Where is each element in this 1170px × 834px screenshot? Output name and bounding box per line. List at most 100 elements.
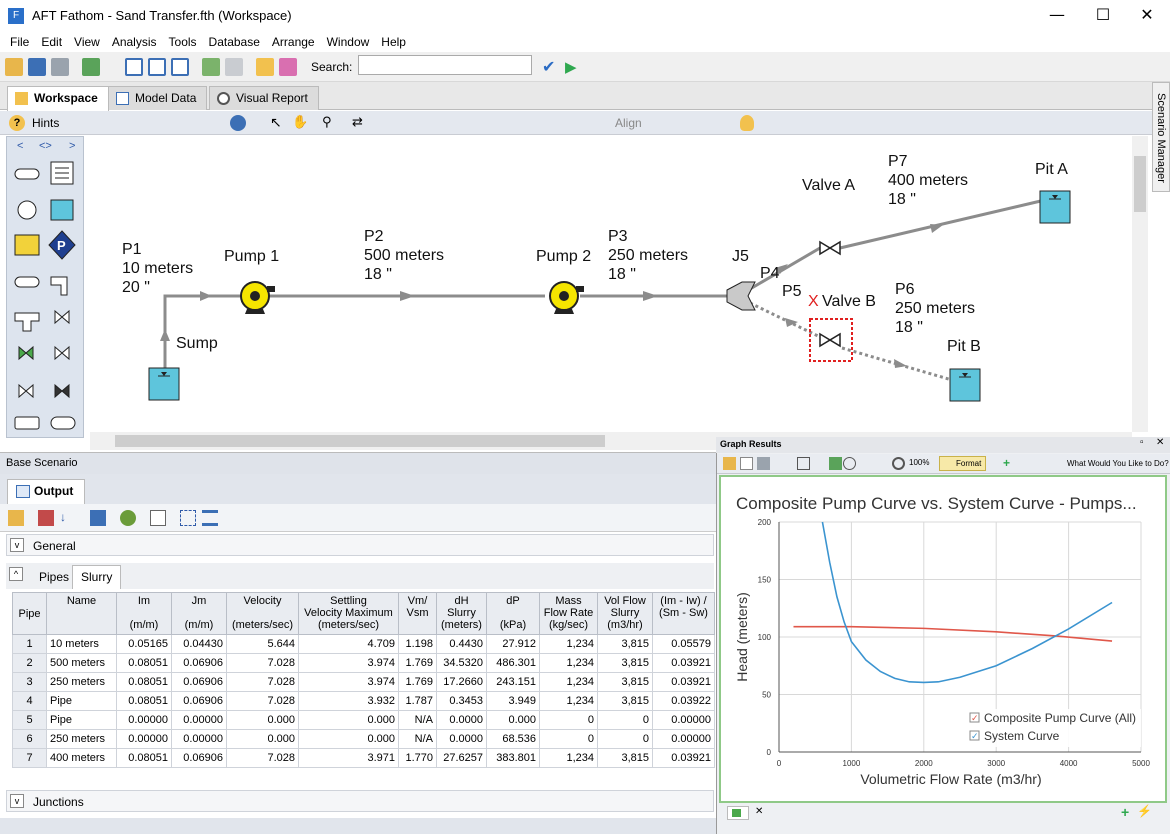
find-icon[interactable]: ⚲: [322, 115, 340, 131]
export-icon[interactable]: [82, 58, 100, 76]
checklist-icon[interactable]: [256, 58, 274, 76]
general-component-tool-icon: [14, 416, 40, 430]
open-icon[interactable]: [5, 58, 23, 76]
search-input[interactable]: [358, 55, 532, 75]
column-header[interactable]: Im (m/m): [116, 592, 172, 635]
graph-crosshair-icon[interactable]: [843, 457, 856, 470]
hints-button[interactable]: Hints: [32, 116, 59, 130]
graph-zoom-level[interactable]: 100%: [909, 458, 929, 467]
search-label: Search:: [311, 60, 353, 74]
column-header[interactable]: Settling Velocity Maximum (meters/sec): [298, 592, 399, 635]
align-button[interactable]: Align: [615, 116, 642, 130]
check-icon[interactable]: ✔: [542, 58, 560, 76]
table-row[interactable]: 3 250 meters 0.08051 0.06906 7.028 3.974 1.769…: [12, 672, 715, 692]
menu-analysis[interactable]: Analysis: [106, 32, 163, 52]
pan-hand-icon[interactable]: ✋: [292, 115, 308, 131]
table-cell: 0.0000: [436, 710, 487, 730]
network-icon[interactable]: [202, 58, 220, 76]
graph-control-icon[interactable]: [723, 457, 736, 470]
table-row[interactable]: 6 250 meters 0.00000 0.00000 0.000 0.000 N/A 0.…: [12, 729, 715, 749]
table-row[interactable]: 7 400 meters 0.08051 0.06906 7.028 3.971 1.770…: [12, 748, 715, 768]
menu-database[interactable]: Database: [203, 32, 266, 52]
graph-copy-icon[interactable]: [740, 457, 753, 470]
globe-icon[interactable]: [230, 115, 246, 131]
graph-help-link[interactable]: What Would You Like to Do?: [1067, 459, 1169, 468]
tab-slurry[interactable]: Slurry: [72, 565, 122, 589]
graph-format-button[interactable]: Format: [939, 456, 987, 471]
graph-add-icon[interactable]: +: [1003, 457, 1016, 470]
column-header[interactable]: Jm (m/m): [171, 592, 227, 635]
select-icon[interactable]: [180, 510, 196, 526]
column-header[interactable]: Velocity (meters/sec): [226, 592, 299, 635]
refresh-icon[interactable]: [120, 510, 136, 526]
output-control-icon[interactable]: [8, 510, 24, 526]
menu-window[interactable]: Window: [321, 32, 376, 52]
menu-tools[interactable]: Tools: [163, 32, 203, 52]
column-header[interactable]: Vm/ Vsm: [398, 592, 437, 635]
tab-pipes[interactable]: Pipes: [30, 565, 78, 589]
print-icon[interactable]: [51, 58, 69, 76]
lightbulb-icon[interactable]: [740, 115, 754, 131]
menu-arrange[interactable]: Arrange: [266, 32, 321, 52]
graph-tab-close-icon[interactable]: ✕: [755, 806, 763, 817]
palette-next[interactable]: >: [69, 140, 75, 152]
workspace-canvas[interactable]: P1 10 meters 20 " Sump Pump 1 P2 500 met…: [90, 136, 1132, 432]
graph-check-icon[interactable]: [829, 457, 842, 470]
column-header[interactable]: Pipe: [12, 592, 47, 635]
tab-workspace[interactable]: Workspace: [7, 86, 109, 111]
scenario-manager-tab[interactable]: Scenario Manager: [1152, 82, 1170, 192]
close-button[interactable]: ✕: [1124, 0, 1170, 32]
tab-output[interactable]: Output: [7, 479, 85, 504]
reverse-direction-icon[interactable]: ⇄: [352, 115, 370, 131]
section-junctions[interactable]: v Junctions: [6, 790, 714, 812]
graph-close-icon[interactable]: ✕: [1156, 437, 1164, 448]
sort-icon[interactable]: ↓: [60, 510, 76, 526]
chevron-up-icon[interactable]: ^: [9, 567, 23, 581]
layout-single-icon[interactable]: [125, 58, 143, 76]
palette-icons[interactable]: P: [7, 157, 85, 437]
table-row[interactable]: 1 10 meters 0.05165 0.04430 5.644 4.709 1.198 0…: [12, 634, 715, 654]
menu-help[interactable]: Help: [375, 32, 412, 52]
flask-icon[interactable]: [279, 58, 297, 76]
tab-model-data[interactable]: Model Data: [108, 86, 208, 110]
column-header[interactable]: Vol Flow Slurry (m3/hr): [597, 592, 653, 635]
palette-prev[interactable]: <: [17, 140, 23, 152]
print-preview-icon[interactable]: [38, 510, 54, 526]
copy-icon[interactable]: [150, 510, 166, 526]
menu-edit[interactable]: Edit: [35, 32, 68, 52]
tab-visual-report[interactable]: Visual Report: [209, 86, 319, 110]
layout-split-icon[interactable]: [148, 58, 166, 76]
run-icon[interactable]: ▶: [565, 58, 583, 76]
pin-icon[interactable]: [90, 510, 106, 526]
table-cell: 1,234: [539, 634, 598, 654]
pointer-icon[interactable]: ↖: [270, 115, 286, 131]
menu-view[interactable]: View: [68, 32, 106, 52]
canvas-horizontal-thumb[interactable]: [115, 435, 605, 447]
column-header[interactable]: dP (kPa): [486, 592, 540, 635]
palette-toggle[interactable]: <>: [39, 140, 52, 152]
column-header[interactable]: dH Slurry (meters): [436, 592, 487, 635]
maximize-button[interactable]: ☐: [1080, 0, 1126, 32]
graph-zoom-icon[interactable]: [797, 457, 810, 470]
hints-icon[interactable]: ?: [9, 115, 25, 131]
output-tab-strip: [0, 474, 716, 504]
table-row[interactable]: 2 500 meters 0.08051 0.06906 7.028 3.974 1.769…: [12, 653, 715, 673]
column-header[interactable]: Mass Flow Rate (kg/sec): [539, 592, 598, 635]
minimize-button[interactable]: —: [1034, 0, 1080, 32]
graph-print-icon[interactable]: [757, 457, 770, 470]
graph-tab[interactable]: [727, 806, 749, 820]
menu-file[interactable]: File: [4, 32, 35, 52]
column-header[interactable]: Name: [46, 592, 117, 635]
graph-quick-icon[interactable]: ⚡: [1137, 804, 1152, 818]
graph-magnifier-icon[interactable]: [892, 457, 905, 470]
graph-restore-icon[interactable]: ▫: [1140, 437, 1144, 448]
list-icon[interactable]: [202, 510, 218, 526]
graph-new-tab-icon[interactable]: +: [1121, 804, 1129, 820]
table-row[interactable]: 5 Pipe 0.00000 0.00000 0.000 0.000 N/A 0.0000 0.…: [12, 710, 715, 730]
layout-stack-icon[interactable]: [171, 58, 189, 76]
column-header[interactable]: (Im - Iw) / (Sm - Sw): [652, 592, 715, 635]
save-icon[interactable]: [28, 58, 46, 76]
section-general[interactable]: v General: [6, 534, 714, 556]
table-row[interactable]: 4 Pipe 0.08051 0.06906 7.028 3.932 1.787 0.3453…: [12, 691, 715, 711]
canvas-vertical-thumb[interactable]: [1134, 156, 1146, 212]
